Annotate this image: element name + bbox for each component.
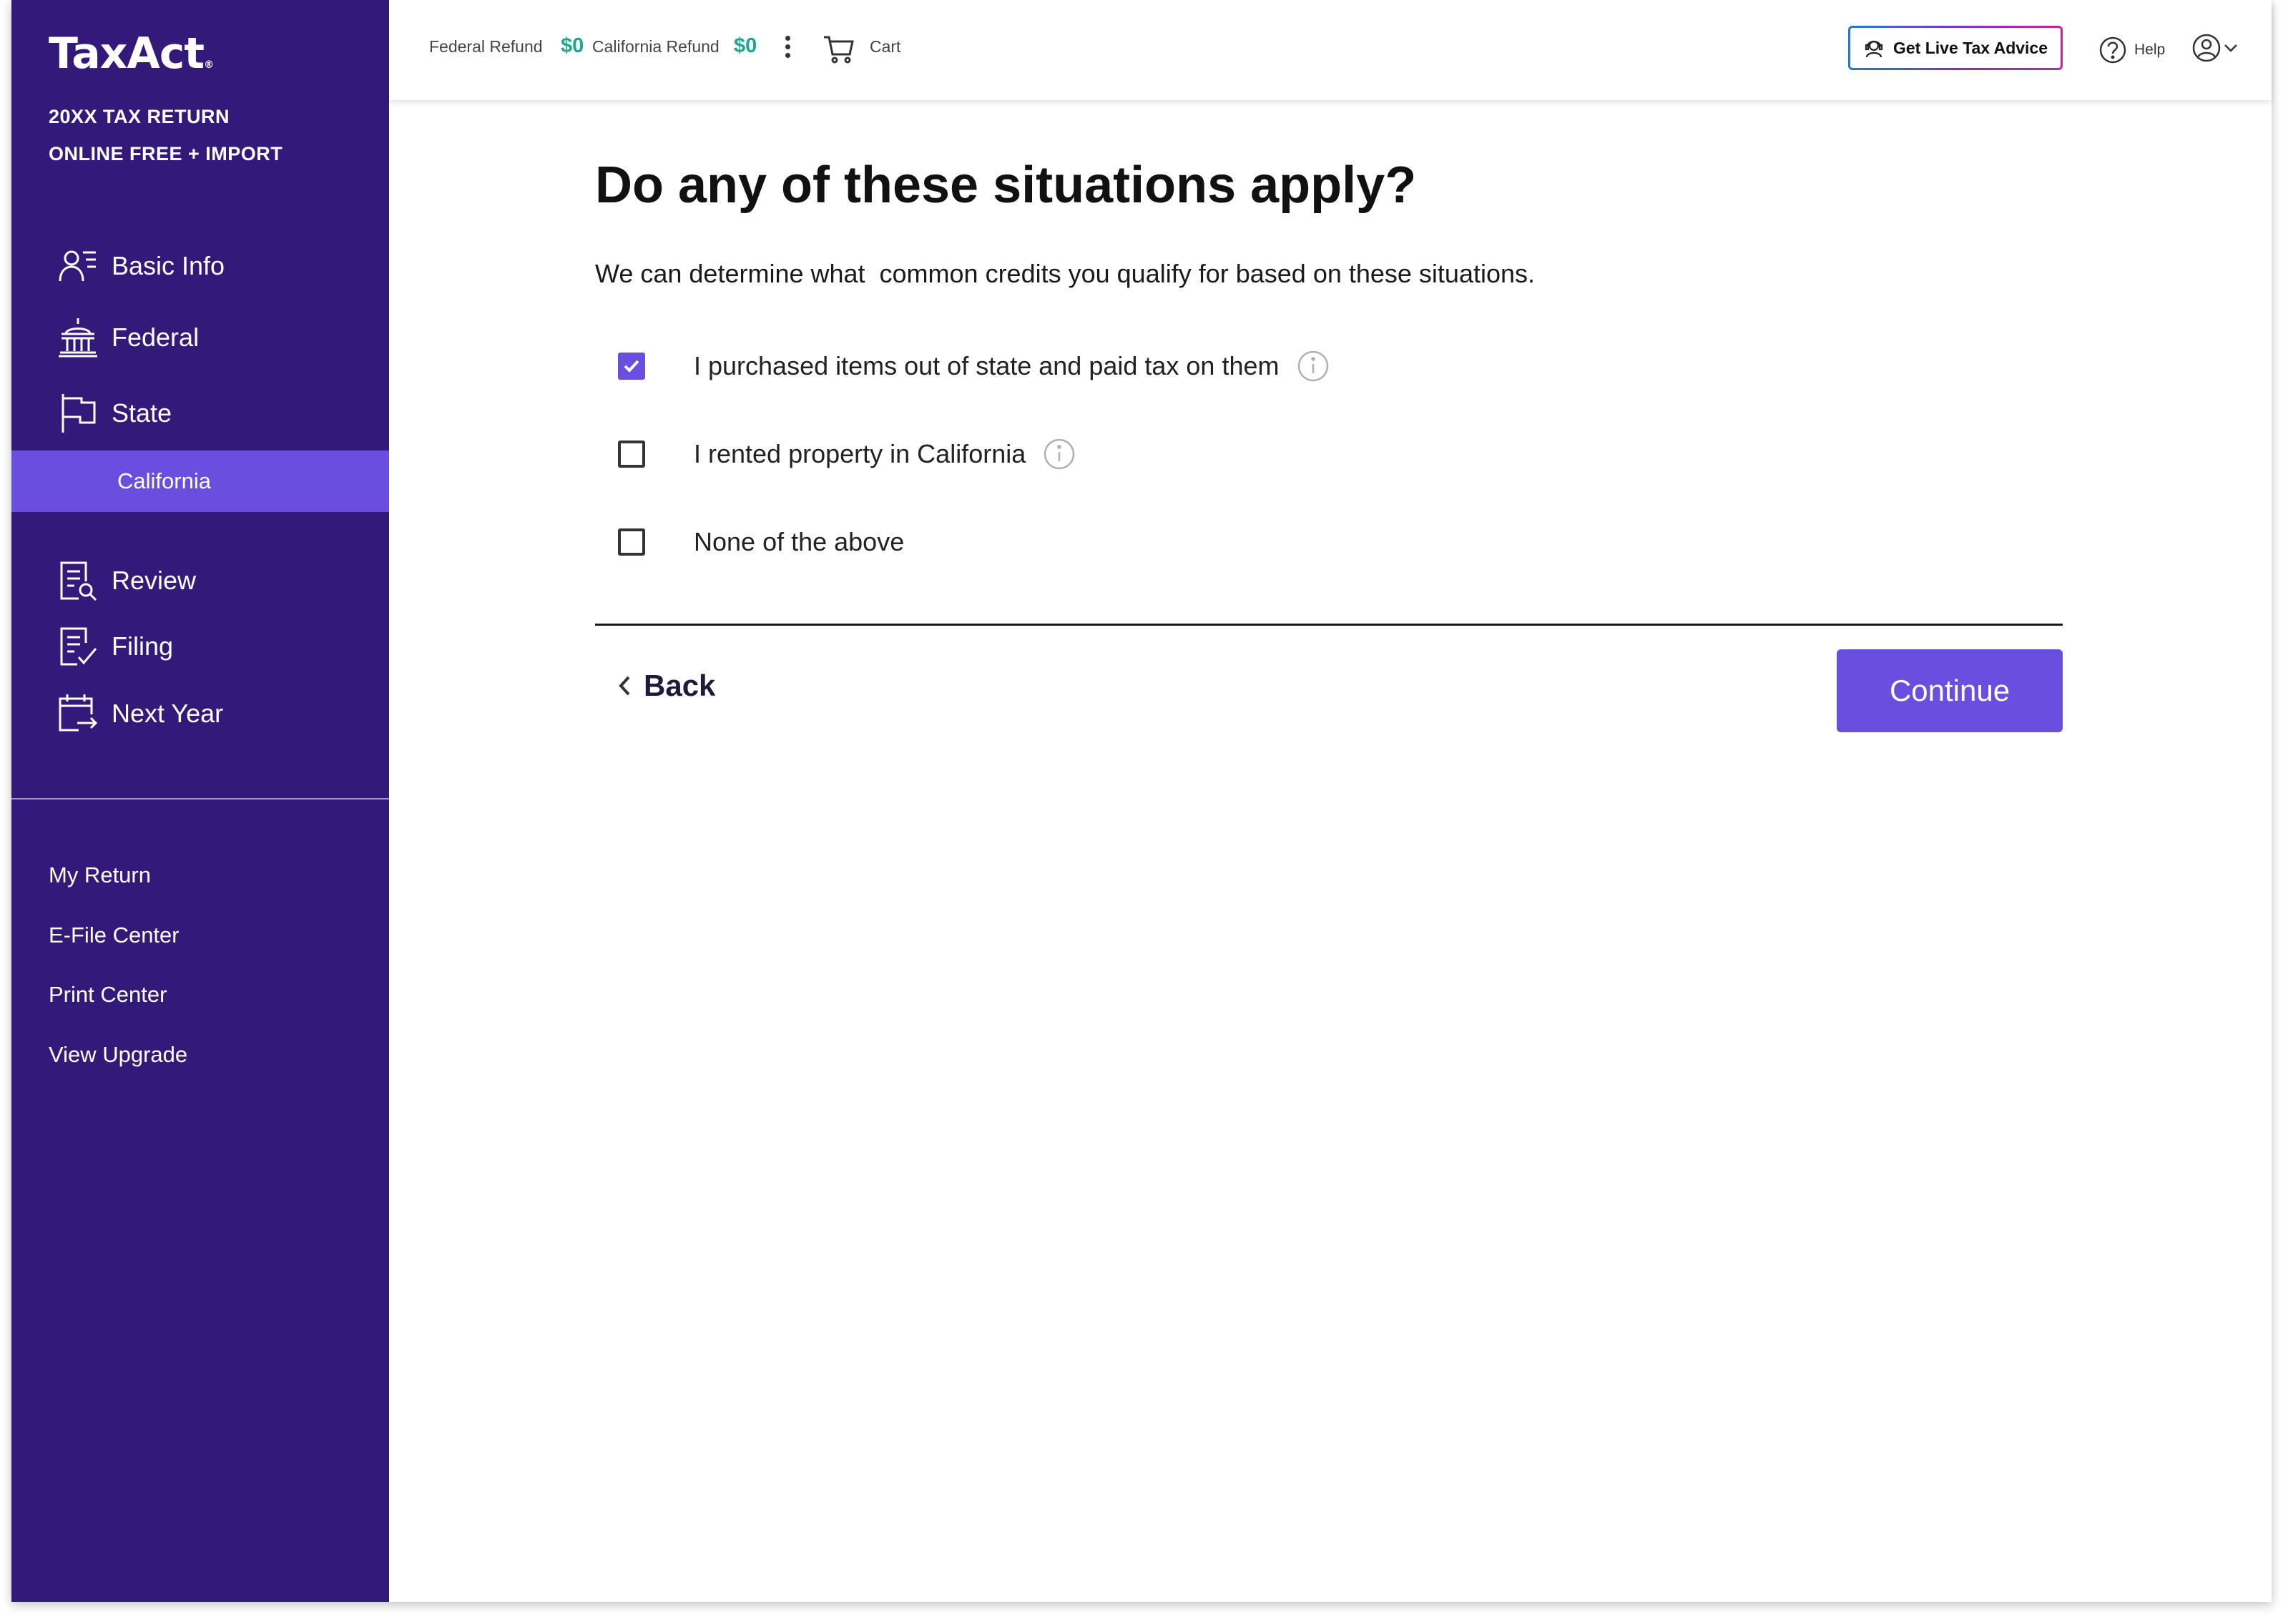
sidebar-item-label: Basic Info xyxy=(112,251,225,280)
sidebar-subitem-california[interactable]: California xyxy=(11,451,389,512)
help-link[interactable]: Help xyxy=(2098,34,2165,66)
sidebar-item-next-year[interactable]: Next Year xyxy=(57,692,223,735)
page-subtitle: We can determine what common credits you… xyxy=(595,259,1536,288)
sidebar-item-label: Filing xyxy=(112,631,174,661)
checkmark-icon xyxy=(624,360,639,373)
get-live-tax-advice-button[interactable]: Get Live Tax Advice xyxy=(1848,26,2063,70)
option-label: I rented property in California xyxy=(694,439,1026,468)
chevron-left-icon xyxy=(619,676,630,696)
state-refund-label: California Refund xyxy=(592,37,720,56)
continue-button[interactable]: Continue xyxy=(1837,649,2063,732)
sidebar-item-label: State xyxy=(112,398,172,428)
capitol-building-icon xyxy=(59,318,97,358)
sidebar-link-my-return[interactable]: My Return xyxy=(49,862,151,888)
flag-icon xyxy=(62,394,96,433)
sidebar-subitem-label: California xyxy=(117,468,211,493)
sidebar-item-basic-info[interactable]: Basic Info xyxy=(57,245,225,287)
top-bar: Federal Refund $0 California Refund $0 C… xyxy=(389,0,2272,100)
account-menu[interactable] xyxy=(2191,33,2239,63)
cart-icon[interactable] xyxy=(823,33,854,64)
option-label: I purchased items out of state and paid … xyxy=(694,351,1280,380)
continue-label: Continue xyxy=(1889,674,2010,707)
return-product-label: ONLINE FREE + IMPORT xyxy=(49,143,283,164)
sidebar-item-filing[interactable]: Filing xyxy=(57,625,173,668)
sidebar-item-state[interactable]: State xyxy=(57,392,172,435)
sidebar-item-review[interactable]: Review xyxy=(57,559,196,602)
checkbox-unchecked[interactable] xyxy=(618,528,645,556)
advice-button-label: Get Live Tax Advice xyxy=(1892,38,2048,57)
sidebar-item-label: Next Year xyxy=(112,699,224,728)
more-options-icon[interactable] xyxy=(784,36,791,64)
state-refund-amount: $0 xyxy=(734,34,757,57)
sidebar: TaxAct® 20XX TAX RETURN ONLINE FREE + IM… xyxy=(11,0,389,1602)
sidebar-item-federal[interactable]: Federal xyxy=(57,316,199,359)
cart-link[interactable]: Cart xyxy=(870,37,900,56)
return-year-label: 20XX TAX RETURN xyxy=(49,106,230,127)
page-title: Do any of these situations apply? xyxy=(595,157,1417,214)
checkbox-unchecked[interactable] xyxy=(618,441,645,468)
option-rented-property[interactable]: I rented property in California xyxy=(618,436,1076,472)
back-button[interactable]: Back xyxy=(615,669,715,703)
app-window: TaxAct® 20XX TAX RETURN ONLINE FREE + IM… xyxy=(11,0,2272,1602)
info-icon[interactable] xyxy=(1297,350,1330,383)
calendar-arrow-icon xyxy=(59,694,98,732)
back-label: Back xyxy=(644,669,716,702)
option-label: None of the above xyxy=(694,527,905,556)
sidebar-divider xyxy=(11,798,389,799)
user-list-icon xyxy=(59,250,96,282)
sidebar-link-efile-center[interactable]: E-File Center xyxy=(49,922,180,948)
taxact-logo[interactable]: TaxAct® xyxy=(49,29,214,79)
option-none-of-the-above[interactable]: None of the above xyxy=(618,524,904,560)
content-divider xyxy=(595,624,2063,626)
federal-refund-label: Federal Refund xyxy=(429,37,543,56)
option-purchased-out-of-state[interactable]: I purchased items out of state and paid … xyxy=(618,348,1330,384)
sidebar-item-label: Review xyxy=(112,566,197,595)
federal-refund-amount: $0 xyxy=(561,34,584,57)
chevron-down-icon xyxy=(2224,44,2237,52)
checkbox-checked[interactable] xyxy=(618,353,645,380)
help-circle-icon xyxy=(2099,36,2126,64)
sidebar-item-label: Federal xyxy=(112,323,200,352)
user-avatar-icon xyxy=(2192,34,2221,62)
document-search-icon xyxy=(60,561,97,601)
help-label: Help xyxy=(2134,41,2166,58)
headset-agent-icon xyxy=(1865,40,1883,58)
info-icon[interactable] xyxy=(1043,438,1076,471)
sidebar-link-print-center[interactable]: Print Center xyxy=(49,982,167,1008)
document-check-icon xyxy=(60,627,97,666)
sidebar-link-view-upgrade[interactable]: View Upgrade xyxy=(49,1042,187,1068)
